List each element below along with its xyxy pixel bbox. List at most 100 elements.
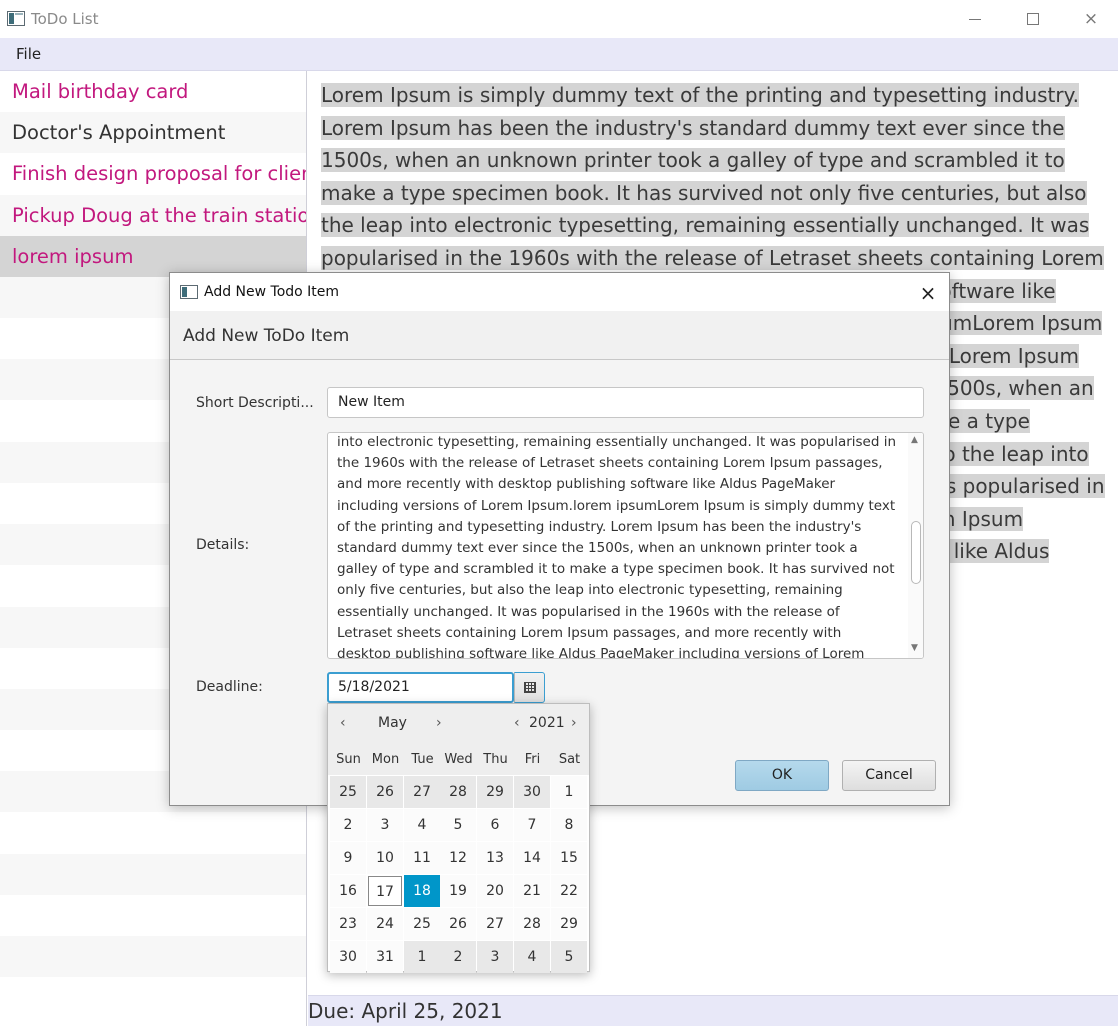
todo-list-empty-row bbox=[0, 895, 306, 936]
date-cell[interactable]: 7 bbox=[514, 809, 550, 841]
date-cell[interactable]: 15 bbox=[551, 842, 587, 874]
date-cell[interactable]: 27 bbox=[477, 908, 513, 940]
scroll-up-icon[interactable]: ▲ bbox=[911, 435, 918, 445]
date-cell[interactable]: 16 bbox=[330, 875, 366, 907]
date-cell[interactable]: 3 bbox=[477, 941, 513, 973]
date-cell[interactable]: 18 bbox=[404, 875, 440, 907]
date-cell[interactable]: 9 bbox=[330, 842, 366, 874]
dialog-app-icon bbox=[180, 285, 198, 299]
dialog-header-text: Add New ToDo Item bbox=[183, 326, 350, 346]
todo-list-item[interactable]: Finish design proposal for client bbox=[0, 153, 306, 194]
year-label: 2021 bbox=[529, 715, 565, 731]
date-cell[interactable]: 21 bbox=[514, 875, 550, 907]
calendar-icon bbox=[523, 682, 536, 693]
date-cell[interactable]: 24 bbox=[367, 908, 403, 940]
dialog-title-bar: Add New Todo Item × bbox=[170, 273, 949, 311]
due-date-label: Due: April 25, 2021 bbox=[308, 999, 503, 1023]
date-cell[interactable]: 2 bbox=[440, 941, 476, 973]
date-cell[interactable]: 14 bbox=[514, 842, 550, 874]
date-cell[interactable]: 2 bbox=[330, 809, 366, 841]
prev-year-button[interactable]: ‹ bbox=[514, 715, 520, 731]
minimize-button[interactable] bbox=[946, 0, 1004, 38]
date-picker-header: ‹ May › ‹ 2021 › bbox=[328, 704, 589, 744]
date-cell[interactable]: 28 bbox=[514, 908, 550, 940]
date-cell[interactable]: 30 bbox=[330, 941, 366, 973]
date-cell[interactable]: 25 bbox=[330, 776, 366, 808]
window-title: ToDo List bbox=[31, 10, 99, 28]
deadline-input[interactable]: 5/18/2021 bbox=[327, 672, 514, 703]
calendar-button[interactable] bbox=[514, 672, 545, 703]
next-month-button[interactable]: › bbox=[436, 715, 442, 731]
date-cell[interactable]: 4 bbox=[514, 941, 550, 973]
date-picker-popup: ‹ May › ‹ 2021 › Sun Mon Tue Wed Thu Fri Sat 2… bbox=[327, 703, 590, 973]
date-cell[interactable]: 25 bbox=[404, 908, 440, 940]
date-cell[interactable]: 11 bbox=[404, 842, 440, 874]
weekday-label: Mon bbox=[371, 752, 400, 767]
date-cell[interactable]: 29 bbox=[551, 908, 587, 940]
todo-list-empty-row bbox=[0, 977, 306, 1018]
ok-button[interactable]: OK bbox=[735, 760, 829, 791]
date-cell[interactable]: 26 bbox=[440, 908, 476, 940]
todo-list-empty-row bbox=[0, 813, 306, 854]
date-cell[interactable]: 1 bbox=[551, 776, 587, 808]
menu-file[interactable]: File bbox=[16, 45, 41, 63]
date-cell[interactable]: 10 bbox=[367, 842, 403, 874]
dialog-header: Add New ToDo Item bbox=[170, 311, 949, 360]
weekday-label: Sat bbox=[558, 752, 581, 767]
prev-month-button[interactable]: ‹ bbox=[340, 715, 346, 731]
close-button[interactable]: × bbox=[1062, 0, 1118, 38]
details-textarea[interactable]: into electronic typesetting, remaining e… bbox=[327, 432, 924, 659]
dialog-close-button[interactable]: × bbox=[911, 279, 945, 307]
date-cell[interactable]: 29 bbox=[477, 776, 513, 808]
date-cell[interactable]: 5 bbox=[551, 941, 587, 973]
weekday-label: Tue bbox=[411, 752, 434, 767]
date-cell[interactable]: 23 bbox=[330, 908, 366, 940]
details-scrollbar[interactable]: ▲ ▼ bbox=[908, 433, 923, 658]
date-cell[interactable]: 27 bbox=[404, 776, 440, 808]
todo-list-item[interactable]: Pickup Doug at the train station bbox=[0, 194, 306, 236]
date-cell[interactable]: 30 bbox=[514, 776, 550, 808]
scroll-thumb[interactable] bbox=[911, 521, 921, 584]
cancel-button[interactable]: Cancel bbox=[842, 760, 936, 791]
minimize-icon bbox=[969, 18, 981, 20]
date-cell[interactable]: 6 bbox=[477, 809, 513, 841]
todo-list-item[interactable]: Mail birthday card bbox=[0, 71, 306, 112]
weekday-label: Sun bbox=[336, 752, 361, 767]
date-cell[interactable]: 4 bbox=[404, 809, 440, 841]
date-cell[interactable]: 8 bbox=[551, 809, 587, 841]
menu-bar: File bbox=[0, 38, 1118, 71]
due-bar: Due: April 25, 2021 bbox=[308, 995, 1118, 1026]
date-cell[interactable]: 20 bbox=[477, 875, 513, 907]
date-cell[interactable]: 5 bbox=[440, 809, 476, 841]
date-cell[interactable]: 12 bbox=[440, 842, 476, 874]
short-description-input[interactable]: New Item bbox=[327, 387, 924, 418]
weekday-label: Fri bbox=[524, 752, 541, 767]
date-cell[interactable]: 3 bbox=[367, 809, 403, 841]
todo-list-empty-row bbox=[0, 853, 306, 895]
scroll-down-icon[interactable]: ▼ bbox=[911, 643, 918, 653]
maximize-button[interactable] bbox=[1004, 0, 1062, 38]
date-cell[interactable]: 22 bbox=[551, 875, 587, 907]
date-cell[interactable]: 28 bbox=[440, 776, 476, 808]
next-year-button[interactable]: › bbox=[571, 715, 577, 731]
dialog-window-title: Add New Todo Item bbox=[204, 284, 340, 300]
maximize-icon bbox=[1027, 13, 1039, 25]
date-cell[interactable]: 26 bbox=[367, 776, 403, 808]
short-description-label: Short Descripti... bbox=[196, 395, 314, 411]
date-cell[interactable]: 17 bbox=[368, 876, 402, 906]
todo-list-item[interactable]: Doctor's Appointment bbox=[0, 112, 306, 154]
weekday-header-row: Sun Mon Tue Wed Thu Fri Sat bbox=[328, 744, 589, 775]
date-cell[interactable]: 13 bbox=[477, 842, 513, 874]
date-cell[interactable]: 31 bbox=[367, 941, 403, 973]
weekday-label: Thu bbox=[483, 752, 508, 767]
todo-list-empty-row bbox=[0, 936, 306, 978]
weekday-label: Wed bbox=[444, 752, 473, 767]
title-bar: ToDo List × bbox=[0, 0, 1118, 38]
app-icon bbox=[7, 11, 25, 26]
todo-list-item[interactable]: lorem ipsum bbox=[0, 235, 306, 277]
deadline-label: Deadline: bbox=[196, 679, 263, 695]
date-cell[interactable]: 19 bbox=[440, 875, 476, 907]
close-icon: × bbox=[1083, 9, 1099, 29]
details-label: Details: bbox=[196, 537, 250, 553]
date-cell[interactable]: 1 bbox=[404, 941, 440, 973]
